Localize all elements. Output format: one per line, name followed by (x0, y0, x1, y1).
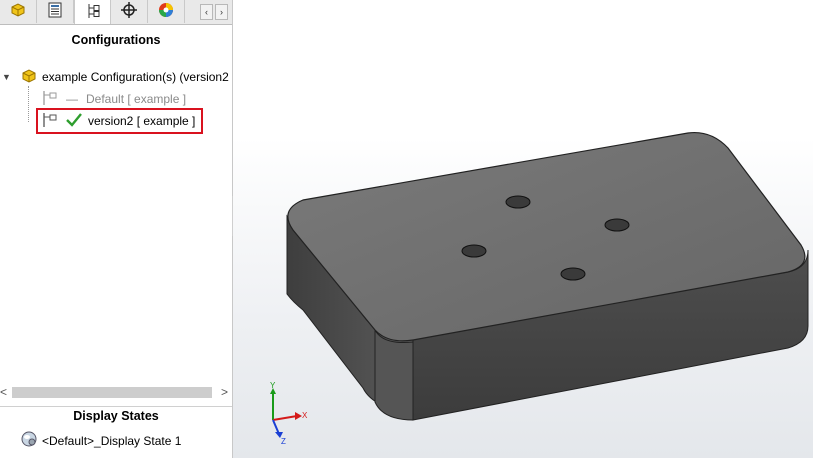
z-axis (272, 419, 280, 435)
collapse-arrow-icon[interactable]: ▼ (2, 72, 11, 82)
tab-scroll-left-button[interactable]: ‹ (200, 4, 213, 20)
configuration-icon (42, 112, 60, 131)
hole (560, 267, 586, 281)
panel-title: Configurations (71, 33, 161, 47)
property-sheet-icon (46, 1, 64, 22)
display-state-item[interactable]: <Default>_Display State 1 (20, 430, 181, 451)
tab-display-manager[interactable] (148, 0, 185, 23)
config-item-version2[interactable]: version2 [ example ] (42, 112, 195, 130)
x-axis (272, 415, 298, 421)
part-icon (20, 67, 38, 88)
display-state-icon (20, 430, 38, 451)
configuration-icon (42, 90, 60, 109)
manager-tab-bar: ‹ › (0, 0, 232, 25)
hole (461, 244, 487, 258)
scroll-thumb[interactable] (12, 387, 212, 398)
tab-dimxpert-manager[interactable] (111, 0, 148, 23)
part-icon (9, 1, 27, 22)
tree-connector (28, 86, 29, 122)
color-wheel-icon (157, 1, 175, 22)
display-state-label: <Default>_Display State 1 (42, 433, 182, 448)
coordinate-triad: Y X Z (270, 381, 308, 446)
triad-y-label: Y (270, 381, 276, 390)
horizontal-scrollbar[interactable]: < > (0, 385, 232, 401)
configuration-tree-icon (84, 2, 102, 23)
tab-scroll-right-button[interactable]: › (215, 4, 228, 20)
config-item-label: version2 [ example ] (88, 114, 196, 128)
config-item-default[interactable]: — Default [ example ] (42, 90, 186, 108)
configuration-manager-panel: ‹ › Configurations ▼ example Configurati… (0, 0, 233, 458)
config-item-label: Default [ example ] (86, 92, 187, 106)
model-front-corner (374, 329, 414, 421)
tab-configuration-manager[interactable] (74, 0, 111, 24)
inactive-dash-icon: — (66, 92, 78, 106)
config-root-item[interactable]: example Configuration(s) (version2 (20, 68, 229, 86)
scroll-right-arrow[interactable]: > (221, 385, 228, 399)
model-view: Y X Z (270, 131, 809, 446)
graphics-viewport[interactable]: Y X Z (233, 0, 813, 458)
config-root-label: example Configuration(s) (version2 (42, 70, 229, 84)
hole (505, 195, 531, 209)
display-states-title: Display States (0, 406, 232, 423)
scroll-left-arrow[interactable]: < (0, 385, 7, 399)
tab-feature-manager[interactable] (0, 0, 37, 23)
crosshair-icon (120, 1, 138, 22)
triad-x-label: X (302, 411, 308, 420)
triad-z-label: Z (281, 437, 286, 446)
tab-property-manager[interactable] (37, 0, 74, 23)
active-check-icon (66, 112, 82, 130)
hole (604, 218, 630, 232)
